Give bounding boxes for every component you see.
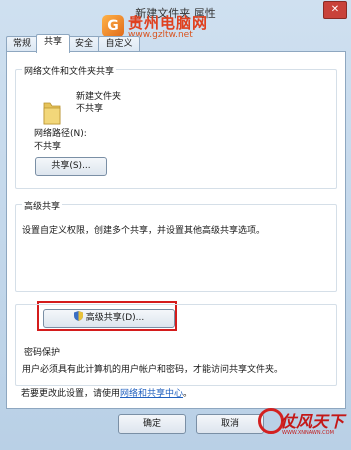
- ok-button[interactable]: 确定: [118, 414, 186, 434]
- properties-window: 新建文件夹 属性 ✕ G 贵州电脑网 www.gzltw.net 常规 共享 安…: [0, 0, 351, 450]
- network-sharing-center-link[interactable]: 网络和共享中心: [120, 389, 183, 399]
- close-button[interactable]: ✕: [323, 1, 347, 19]
- advanced-sharing-title: 高级共享: [22, 199, 63, 212]
- corner-watermark-logo: 仗风天下 WWW.XNNAWN.COM: [258, 400, 350, 450]
- password-change-suffix: 。: [183, 389, 193, 399]
- share-button[interactable]: 共享(S)...: [35, 157, 107, 176]
- tab-customize[interactable]: 自定义: [98, 36, 140, 52]
- password-protection-title: 密码保护: [22, 345, 63, 358]
- password-protection-description: 用户必须具有此计算机的用户帐户和密码，才能访问共享文件夹。: [22, 365, 284, 375]
- network-sharing-title: 网络文件和文件夹共享: [22, 64, 117, 77]
- password-change-prefix: 若要更改此设置，请使用: [21, 389, 121, 399]
- advanced-sharing-group: 高级共享 设置自定义权限，创建多个共享，并设置其他高级共享选项。: [15, 199, 337, 292]
- network-path-label: 网络路径(N):: [34, 129, 87, 139]
- corner-logo-name: 仗风天下: [280, 412, 345, 431]
- tab-sharing[interactable]: 共享: [36, 34, 70, 53]
- sharing-panel: 网络文件和文件夹共享 新建文件夹 不共享 网络路径(N): 不共享 共享(S).…: [6, 51, 346, 409]
- tab-security[interactable]: 安全: [68, 36, 100, 52]
- password-protection-group: 密码保护 用户必须具有此计算机的用户帐户和密码，才能访问共享文件夹。: [15, 304, 337, 386]
- corner-logo-url: WWW.XNNAWN.COM: [282, 430, 334, 436]
- watermark-logo-icon: G: [102, 15, 124, 37]
- network-sharing-group: 网络文件和文件夹共享 新建文件夹 不共享 网络路径(N): 不共享 共享(S).…: [15, 64, 337, 189]
- folder-icon: [43, 102, 61, 125]
- folder-share-status: 不共享: [76, 104, 104, 114]
- advanced-sharing-description: 设置自定义权限，创建多个共享，并设置其他高级共享选项。: [22, 226, 266, 236]
- network-path-value: 不共享: [34, 142, 62, 152]
- tab-general[interactable]: 常规: [6, 36, 38, 52]
- password-change-hint: 若要更改此设置，请使用网络和共享中心。: [21, 386, 192, 399]
- cancel-button[interactable]: 取消: [196, 414, 264, 434]
